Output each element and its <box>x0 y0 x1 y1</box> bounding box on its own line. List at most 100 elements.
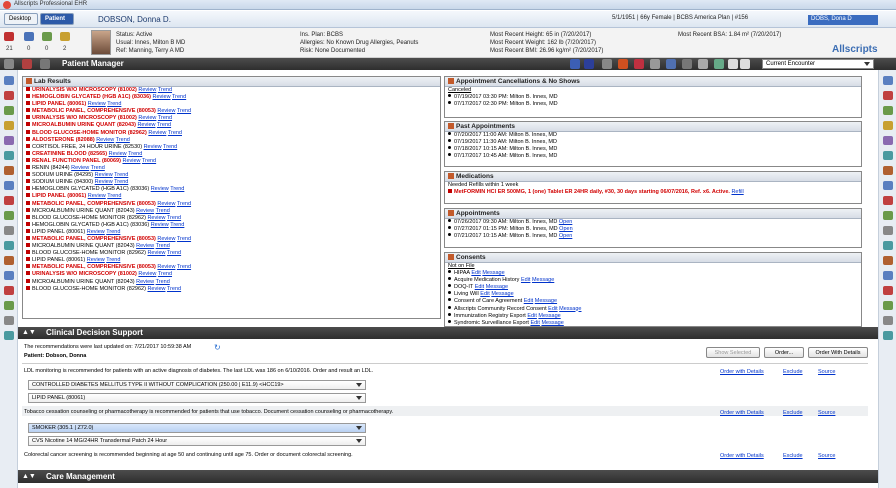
tab-patient[interactable]: Patient <box>40 13 74 25</box>
trend-link[interactable]: Trend <box>107 101 121 107</box>
leftside-nav-icon[interactable] <box>4 316 14 325</box>
search-icon[interactable] <box>698 59 708 69</box>
edit-link[interactable]: Edit <box>521 277 530 283</box>
trend-link[interactable]: Trend <box>107 193 121 199</box>
review-link[interactable]: Review <box>88 101 106 107</box>
open-link[interactable]: Open <box>559 233 572 239</box>
leftside-nav-icon[interactable] <box>4 106 14 115</box>
review-link[interactable]: Review <box>136 279 154 285</box>
rec-source-link[interactable]: Source <box>818 410 835 416</box>
expand-icon[interactable]: ▲▼ <box>22 473 36 480</box>
trend-link[interactable]: Trend <box>172 94 186 100</box>
message-link[interactable]: Message <box>538 313 560 319</box>
message-link[interactable]: Message <box>535 298 557 304</box>
rec-diagnosis-select[interactable]: CONTROLLED DIABETES MELLITUS TYPE II WIT… <box>28 380 366 390</box>
toolbar-icon-10[interactable] <box>714 59 724 69</box>
trend-link[interactable]: Trend <box>163 144 177 150</box>
show-selected-button[interactable]: Show Selected <box>706 347 760 358</box>
leftside-nav-icon[interactable] <box>4 331 14 340</box>
edit-link[interactable]: Edit <box>524 298 533 304</box>
leftside-nav-icon[interactable] <box>4 121 14 130</box>
rightside-nav-icon[interactable] <box>883 211 893 220</box>
rec-diagnosis-select[interactable]: SMOKER (305.1 | Z72.0) <box>28 423 366 433</box>
trend-link[interactable]: Trend <box>170 186 184 192</box>
review-link[interactable]: Review <box>95 172 113 178</box>
trend-link[interactable]: Trend <box>167 215 181 221</box>
leftside-nav-icon[interactable] <box>4 271 14 280</box>
review-link[interactable]: Review <box>138 87 156 93</box>
review-link[interactable]: Review <box>136 208 154 214</box>
trend-link[interactable]: Trend <box>168 130 182 136</box>
rightside-nav-icon[interactable] <box>883 91 893 100</box>
leftside-nav-icon[interactable] <box>4 136 14 145</box>
review-link[interactable]: Review <box>96 137 114 143</box>
review-link[interactable]: Review <box>147 215 165 221</box>
review-link[interactable]: Review <box>136 243 154 249</box>
rec-order-select[interactable]: CVS Nicotine 14 MG/24HR Transdermal Patc… <box>28 436 366 446</box>
rec-order-details-link[interactable]: Order with Details <box>720 369 764 375</box>
review-link[interactable]: Review <box>88 193 106 199</box>
care-management-bar[interactable]: ▲▼ Care Management <box>18 470 878 483</box>
trend-link[interactable]: Trend <box>114 172 128 178</box>
edit-link[interactable]: Edit <box>548 306 557 312</box>
rightside-nav-icon[interactable] <box>883 151 893 160</box>
rightside-nav-icon[interactable] <box>883 121 893 130</box>
review-link[interactable]: Review <box>153 94 171 100</box>
edit-link[interactable]: Edit <box>530 320 539 326</box>
toolbar-icon-7[interactable] <box>666 59 676 69</box>
trend-link[interactable]: Trend <box>106 257 120 263</box>
rec-exclude-link[interactable]: Exclude <box>783 369 803 375</box>
toolbar-icon-2[interactable] <box>584 59 594 69</box>
review-link[interactable]: Review <box>109 151 127 157</box>
trend-link[interactable]: Trend <box>167 250 181 256</box>
toolbar-icon-3[interactable] <box>602 59 612 69</box>
leftside-nav-icon[interactable] <box>4 181 14 190</box>
rightside-nav-icon[interactable] <box>883 241 893 250</box>
message-link[interactable]: Message <box>541 320 563 326</box>
trend-link[interactable]: Trend <box>114 179 128 185</box>
trend-link[interactable]: Trend <box>170 222 184 228</box>
review-link[interactable]: Review <box>138 271 156 277</box>
rightside-nav-icon[interactable] <box>883 181 893 190</box>
rightside-nav-icon[interactable] <box>883 271 893 280</box>
leftside-nav-icon[interactable] <box>4 196 14 205</box>
review-link[interactable]: Review <box>157 201 175 207</box>
toolbar-icon-1[interactable] <box>570 59 580 69</box>
order-button[interactable]: Order... <box>764 347 804 358</box>
trend-link[interactable]: Trend <box>156 243 170 249</box>
trend-link[interactable]: Trend <box>177 108 191 114</box>
review-link[interactable]: Review <box>157 264 175 270</box>
review-link[interactable]: Review <box>71 165 89 171</box>
edit-link[interactable]: Edit <box>471 270 480 276</box>
leftside-nav-icon[interactable] <box>4 226 14 235</box>
rightside-nav-icon[interactable] <box>883 301 893 310</box>
message-link[interactable]: Message <box>486 284 508 290</box>
leftside-nav-icon[interactable] <box>4 301 14 310</box>
rightside-nav-icon[interactable] <box>883 76 893 85</box>
trend-link[interactable]: Trend <box>128 151 142 157</box>
chart-icon[interactable] <box>24 32 34 41</box>
order-with-details-button[interactable]: Order With Details <box>808 347 868 358</box>
leftside-nav-icon[interactable] <box>4 151 14 160</box>
trend-link[interactable]: Trend <box>177 236 191 242</box>
message-link[interactable]: Message <box>491 291 513 297</box>
edit-link[interactable]: Edit <box>480 291 489 297</box>
rightside-nav-icon[interactable] <box>883 136 893 145</box>
review-link[interactable]: Review <box>137 122 155 128</box>
rec-exclude-link[interactable]: Exclude <box>783 410 803 416</box>
home-icon[interactable] <box>4 59 14 69</box>
trend-link[interactable]: Trend <box>158 87 172 93</box>
save-icon[interactable] <box>40 59 50 69</box>
review-link[interactable]: Review <box>95 179 113 185</box>
rightside-nav-icon[interactable] <box>883 226 893 235</box>
encounter-select[interactable]: Current Encounter <box>762 59 874 69</box>
review-link[interactable]: Review <box>157 236 175 242</box>
refresh-icon[interactable]: ↻ <box>214 343 221 352</box>
trend-link[interactable]: Trend <box>177 201 191 207</box>
leftside-nav-icon[interactable] <box>4 241 14 250</box>
message-link[interactable]: Message <box>559 306 581 312</box>
rec-source-link[interactable]: Source <box>818 453 835 459</box>
rightside-nav-icon[interactable] <box>883 256 893 265</box>
review-link[interactable]: Review <box>151 222 169 228</box>
trend-link[interactable]: Trend <box>157 122 171 128</box>
